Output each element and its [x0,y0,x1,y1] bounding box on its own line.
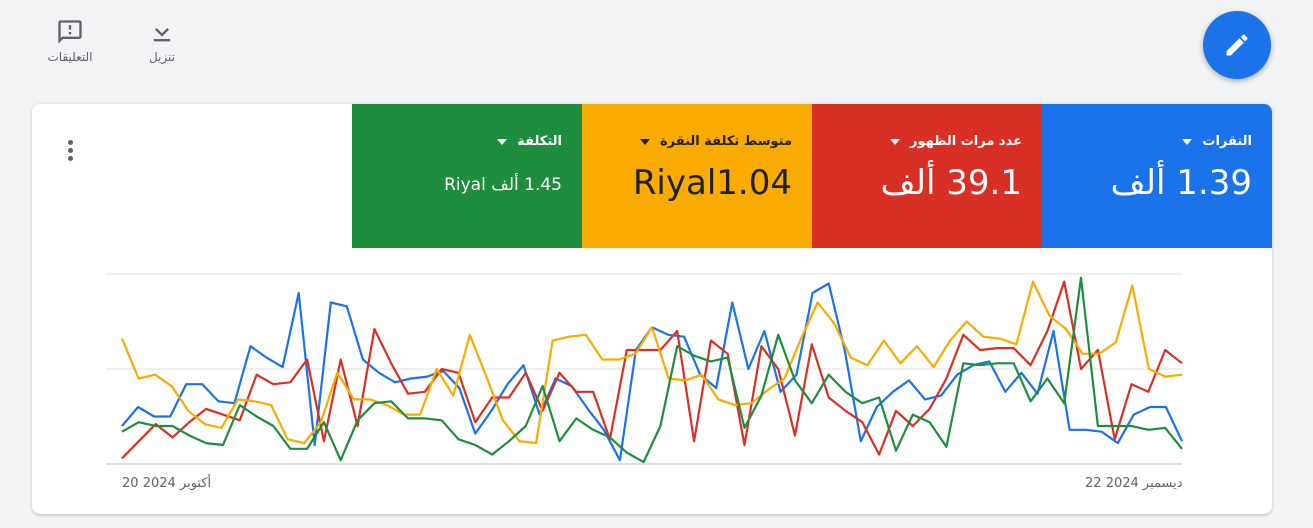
metric-avg-cpc-value: Riyal1.04 [632,163,792,203]
download-button[interactable]: تنزيل [140,18,184,64]
feedback-button[interactable]: التعليقات [42,18,98,64]
metric-avg-cpc[interactable]: متوسط تكلفة النقرة Riyal1.04 [582,104,812,248]
x-axis-start-label: 20 أكتوبر 2024 [122,476,212,491]
metric-clicks[interactable]: النقرات 1.39 ألف [1042,104,1272,248]
metric-cost-label: التكلفة [517,134,562,149]
metric-avg-cpc-label: متوسط تكلفة النقرة [659,134,792,149]
performance-card: النقرات 1.39 ألف عدد مرات الظهور 39.1 أل… [32,104,1272,514]
series-line-0 [121,282,1183,462]
more-options-icon[interactable] [62,140,78,164]
dropdown-caret-icon[interactable] [1182,138,1193,145]
metric-impressions[interactable]: عدد مرات الظهور 39.1 ألف [812,104,1042,248]
feedback-icon [58,20,82,44]
metric-clicks-value: 1.39 ألف [1110,163,1252,203]
series-line-1 [121,280,1183,460]
feedback-label: التعليقات [47,50,93,64]
metric-clicks-label: النقرات [1202,134,1252,149]
x-axis-end-label: 22 ديسمبر 2024 [1085,476,1183,491]
metric-cost[interactable]: التكلفة 1.45 ألف Riyal [352,104,582,248]
download-label: تنزيل [148,50,175,64]
performance-line-chart [106,273,1183,465]
edit-pencil-icon [1226,34,1248,56]
metric-impressions-value: 39.1 ألف [880,163,1022,203]
series-line-2 [120,280,1183,445]
metric-impressions-label: عدد مرات الظهور [910,134,1022,149]
dropdown-caret-icon[interactable] [639,138,650,145]
dropdown-caret-icon[interactable] [497,138,508,145]
edit-fab-button[interactable] [1203,11,1271,79]
download-icon [153,20,171,42]
series-line-3 [121,276,1183,464]
dropdown-caret-icon[interactable] [890,138,900,145]
metric-cost-value: 1.45 ألف Riyal [444,175,562,195]
